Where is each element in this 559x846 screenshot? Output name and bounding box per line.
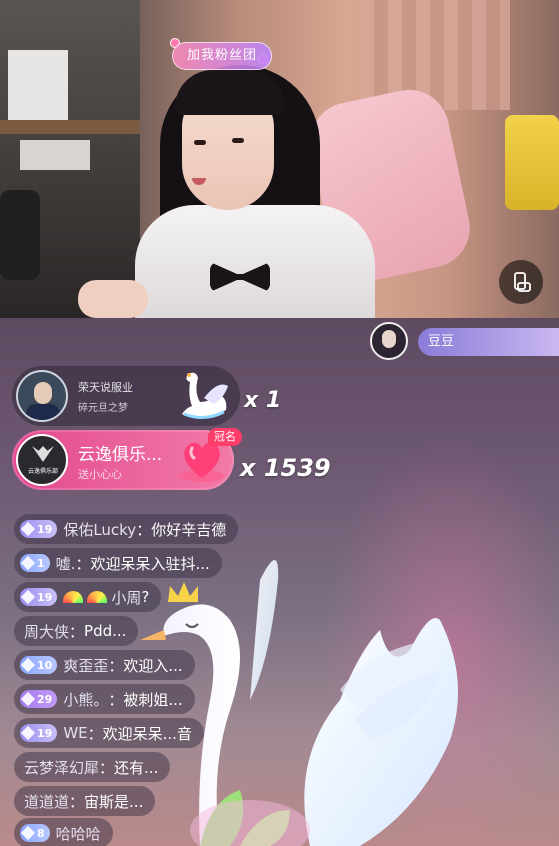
streamer-eye [194,140,206,145]
diamond-icon [20,825,36,841]
viewer-name-pill: 豆豆 [418,328,559,356]
background-box [8,50,68,120]
viewer-name: 豆豆 [428,334,455,349]
chat-separator: ： [99,758,115,777]
chat-text: 还有... [114,758,159,777]
chat-username[interactable]: 保佑Lucky [63,519,136,540]
chat-message[interactable]: 19 保佑Lucky：你好辛吉德 [14,514,239,544]
chat-username[interactable]: 嘘. [56,553,76,574]
chat-message[interactable]: 道道道：宙斯是... [14,786,156,816]
rainbow-icon [87,591,108,603]
chat-message[interactable]: 1 嘘.：欢迎呆呆入驻抖... [14,548,222,578]
chat-separator: ： [69,792,85,811]
user-level-badge: 8 [20,824,50,842]
background-toy [505,115,559,210]
diamond-icon [20,691,36,707]
chat-separator: ： [136,520,152,539]
club-logo-text: 云逸俱乐部 [27,468,58,475]
user-level-badge: 19 [20,520,58,538]
chat-message[interactable]: 10 爽歪歪：欢迎入... [14,650,195,680]
gift-sender-avatar[interactable] [16,370,68,422]
viewer-entry-strip[interactable]: 豆豆 [370,322,559,360]
diamond-icon [20,589,36,605]
shelf-board [0,120,140,134]
chat-message[interactable]: 周大侠： Pdd... [14,616,139,646]
background-glow [320,438,559,846]
chat-separator: ： [108,690,124,709]
gift-notification-highlight[interactable]: 云逸俱乐部 云逸俱乐... 送小心心 [12,430,234,490]
gift-sender-name: 荣天说服业 [78,381,133,394]
chat-message[interactable]: 29 小熊。：被刺姐... [14,684,195,714]
live-video[interactable]: 加我粉丝团 [0,0,559,318]
chat-username[interactable]: 爽歪歪 [63,655,108,676]
chat-separator: ： [87,724,103,743]
gift-sender-name: 云逸俱乐... [78,445,163,465]
avatar-body [26,404,60,420]
user-level-badge: 10 [20,656,58,674]
chat-text: Pdd... [84,622,127,640]
chat-text: 欢迎呆呆入驻抖... [90,554,210,573]
viewer-avatar[interactable] [370,322,408,360]
gift-notification[interactable]: 荣天说服业 碎元旦之梦 [12,366,240,426]
chat-message[interactable]: 19 小周? [14,582,162,612]
gift-subtitle: 送小心心 [78,468,122,481]
diamond-icon [20,657,36,673]
streamer-hand [78,280,148,318]
club-logo-icon [32,446,54,462]
sponsor-badge: 冠名 [208,428,242,446]
gift-count: x 1539 [240,454,331,482]
chat-separator: ： [69,622,85,641]
chat-username[interactable]: 哈哈哈 [56,823,101,844]
gift-count: x 1 [244,388,282,413]
chat-username[interactable]: 周大侠 [24,621,69,642]
diamond-icon [20,725,36,741]
microphone [0,190,40,280]
streamer-eye [232,138,244,143]
gift-sender-avatar[interactable]: 云逸俱乐部 [16,434,68,486]
chat-text: ? [141,588,150,606]
chat-message[interactable]: 云梦泽幻犀：还有... [14,752,171,782]
chat-username[interactable]: 小熊。 [63,689,108,710]
gift-subtitle: 碎元旦之梦 [78,403,128,414]
diamond-icon [20,555,36,571]
chat-username[interactable]: 小周 [111,587,141,608]
chat-text: 你好辛吉德 [151,520,227,539]
streamer-bangs [175,70,285,115]
avatar-face [34,382,52,404]
swan-icon [182,372,228,419]
chat-text: 被刺姐... [123,690,183,709]
chat-text: 欢迎入... [123,656,183,675]
chat-message[interactable]: 19 WE：欢迎呆呆...音 [14,718,204,748]
fan-club-tag[interactable]: 加我粉丝团 [172,42,273,70]
chat-separator: ： [75,554,91,573]
chat-text: 宙斯是... [84,792,144,811]
chat-text: 欢迎呆呆...音 [102,724,192,743]
streamer-shirt [135,205,375,318]
chat-separator: ： [108,656,124,675]
user-level-badge: 29 [20,690,58,708]
user-level-badge: 1 [20,554,50,572]
chat-username[interactable]: 云梦泽幻犀 [24,757,99,778]
chat-username[interactable]: 道道道 [24,791,69,812]
user-level-badge: 19 [20,724,58,742]
rotate-screen-button[interactable] [499,260,543,304]
background-box [20,140,90,170]
screen-rotate-icon [514,272,531,292]
chat-message[interactable]: 8 哈哈哈 [14,818,113,846]
chat-username[interactable]: WE [63,724,87,742]
rainbow-icon [63,591,84,603]
user-level-badge: 19 [20,588,58,606]
diamond-icon [20,521,36,537]
